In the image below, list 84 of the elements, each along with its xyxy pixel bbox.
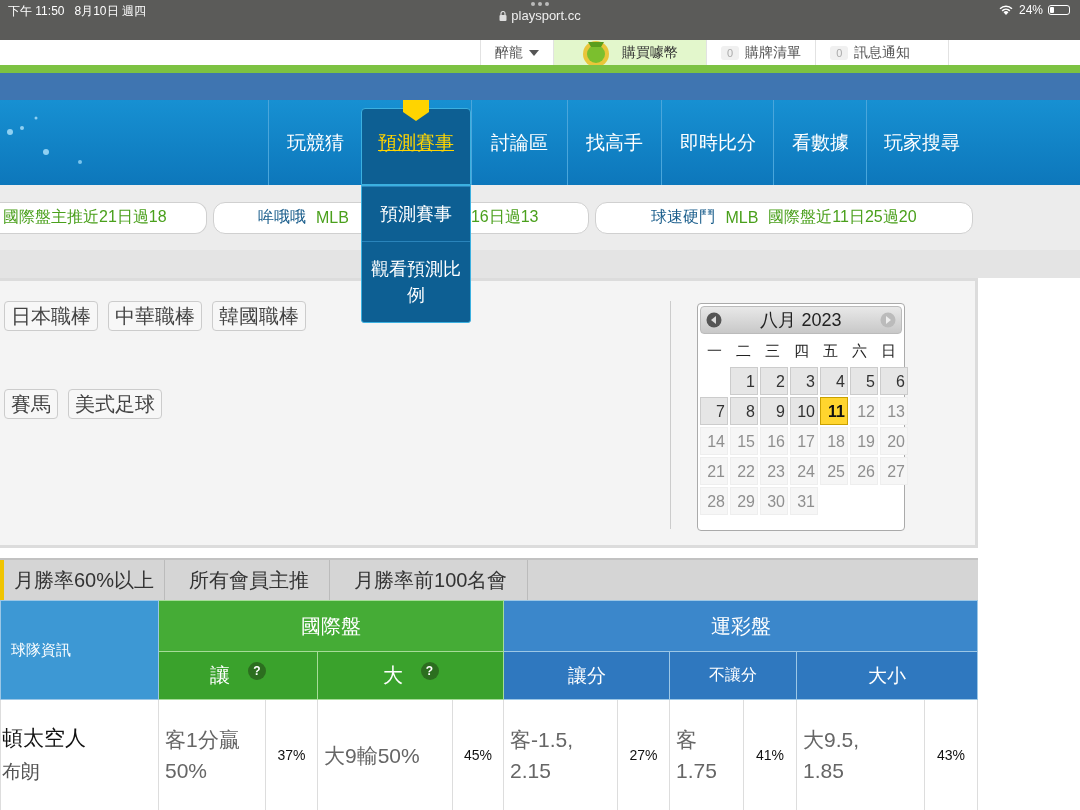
calendar-day[interactable]: 4 [820, 367, 848, 395]
calendar-day: 26 [850, 457, 878, 485]
member-name: 哞哦哦 [258, 207, 306, 227]
calendar-day: 24 [790, 457, 818, 485]
nav-link[interactable]: 購牌清單 [745, 43, 802, 62]
calendar-day: 27 [880, 457, 908, 485]
more-icon[interactable] [531, 2, 549, 6]
buy-coins-button[interactable]: 購買噱幣 [553, 40, 706, 65]
caret-icon[interactable] [529, 49, 539, 56]
date-text: 8月10日 週四 [74, 3, 146, 20]
sport-tag[interactable]: 日本職棒 [4, 301, 98, 331]
calendar-day: 20 [880, 427, 908, 455]
pitcher-name: 布朗 [2, 760, 41, 784]
count-badge: 0 [721, 45, 740, 60]
url-text[interactable]: playsport.cc [511, 8, 581, 23]
calendar-day: 16 [760, 427, 788, 455]
calendar-day: 17 [790, 427, 818, 455]
calendar-day: 13 [880, 397, 908, 425]
count-badge: 0 [830, 45, 849, 60]
weekday-label: 二 [735, 342, 752, 361]
calendar-day: 14 [700, 427, 728, 455]
menu-item[interactable]: 預測賽事 [362, 186, 470, 241]
weekday-label: 六 [851, 342, 868, 361]
record-text: 16日過13 [470, 207, 539, 227]
sport-tag[interactable]: 賽馬 [4, 389, 58, 419]
calendar-day: 19 [850, 427, 878, 455]
help-button[interactable]: ? [420, 662, 439, 680]
calendar-title: 八月 2023 [760, 309, 842, 332]
member-name: 球速硬鬥 [651, 207, 716, 227]
calendar-day[interactable]: 7 [700, 397, 728, 425]
column-header: 讓分 [503, 651, 670, 700]
clock-time: 下午 11:50 [8, 3, 65, 20]
calendar-day: 15 [730, 427, 758, 455]
calendar-day[interactable]: 8 [730, 397, 758, 425]
calendar-day: 25 [820, 457, 848, 485]
calendar-day[interactable]: 10 [790, 397, 818, 425]
column-header: 球隊資訊 [0, 600, 159, 700]
calendar-day: 21 [700, 457, 728, 485]
column-header: 讓 ? [158, 651, 318, 700]
username[interactable]: 醉龍 [495, 43, 523, 62]
calendar-day[interactable]: 5 [850, 367, 878, 395]
column-header: 大 ? [317, 651, 504, 700]
nav-link[interactable]: 訊息通知 [854, 43, 911, 62]
column-group-header: 國際盤 [158, 600, 504, 652]
record-text: 國際盤近11日25過20 [768, 207, 917, 227]
battery-icon [1048, 5, 1070, 15]
calendar-day: 18 [820, 427, 848, 455]
calendar-day: 23 [760, 457, 788, 485]
record-text: MLB [316, 208, 349, 227]
record-text: MLB [725, 208, 759, 227]
weekday-label: 日 [880, 342, 897, 361]
calendar-day[interactable]: 3 [790, 367, 818, 395]
team-name[interactable]: 頓太空人 [2, 721, 157, 755]
battery-text: 24% [1018, 3, 1043, 17]
calendar-day: 29 [730, 487, 758, 515]
prev-icon[interactable] [706, 312, 722, 328]
calendar-day: 12 [850, 397, 878, 425]
calendar-day[interactable]: 2 [760, 367, 788, 395]
weekday-label: 一 [706, 342, 723, 361]
menu-item[interactable]: 觀看預測比例 [362, 241, 470, 322]
sport-tag[interactable]: 中華職棒 [108, 301, 202, 331]
wifi-icon [997, 4, 1014, 16]
record-text: 國際盤主推近21日過18 [3, 207, 167, 227]
calendar-day: 31 [790, 487, 818, 515]
column-header: 大小 [796, 651, 978, 700]
column-group-header: 運彩盤 [503, 600, 978, 652]
calendar-day[interactable]: 6 [880, 367, 908, 395]
weekday-label: 三 [764, 342, 781, 361]
help-button[interactable]: ? [248, 662, 266, 680]
column-header: 不讓分 [669, 651, 797, 700]
sport-tag[interactable]: 美式足球 [68, 389, 162, 419]
ranking-card[interactable]: 球速硬鬥 MLB 國際盤近11日25過20 [595, 201, 973, 234]
sport-tag[interactable]: 韓國職棒 [212, 301, 306, 331]
calendar-day[interactable]: 9 [760, 397, 788, 425]
calendar-day: 28 [700, 487, 728, 515]
weekday-label: 四 [793, 342, 810, 361]
weekday-label: 五 [822, 342, 839, 361]
lock-icon [499, 10, 508, 21]
calendar-day[interactable]: 1 [730, 367, 758, 395]
calendar-day[interactable]: 11 [820, 397, 848, 425]
nav-tab[interactable]: 預測賽事 [361, 108, 471, 185]
pointer-icon [403, 100, 429, 122]
calendar-day: 30 [760, 487, 788, 515]
calendar-day: 22 [730, 457, 758, 485]
